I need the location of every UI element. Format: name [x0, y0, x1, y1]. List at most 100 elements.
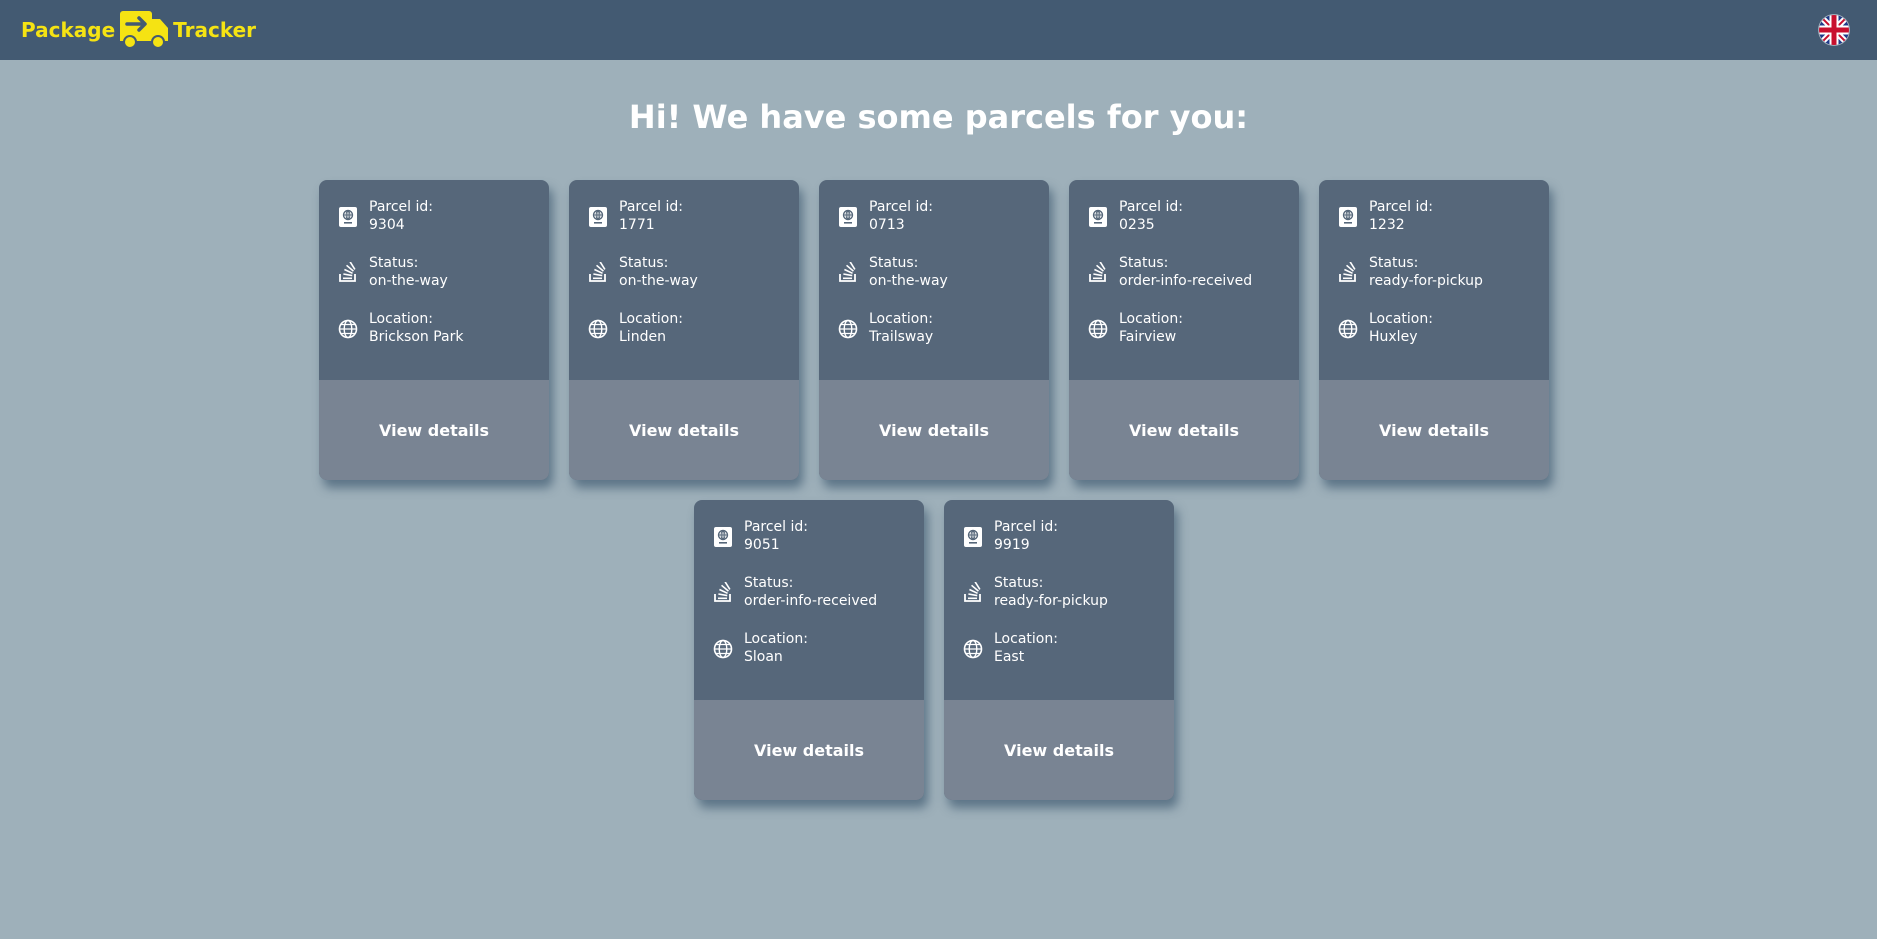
parcel-id-field: Parcel id: 9919 — [962, 518, 1174, 574]
parcel-id-value: 1232 — [1369, 217, 1405, 233]
location-label: Location: — [744, 631, 808, 647]
status-field: Status: on-the-way — [587, 254, 799, 310]
parcel-id-value: 0235 — [1119, 217, 1155, 233]
parcel-id-label: Parcel id: — [1369, 199, 1433, 215]
location-label: Location: — [369, 311, 433, 327]
parcel-card-body: Parcel id: 9919 Status: ready-for-pickup — [944, 500, 1174, 700]
status-field: Status: on-the-way — [837, 254, 1049, 310]
location-field: Location: Linden — [587, 310, 799, 366]
location-field: Location: Fairview — [1087, 310, 1299, 366]
location-value: Brickson Park — [369, 329, 464, 345]
passport-icon — [714, 527, 732, 547]
status-field: Status: on-the-way — [337, 254, 549, 310]
stack-overflow-icon — [714, 582, 731, 602]
passport-icon — [1339, 207, 1357, 227]
location-field: Location: East — [962, 630, 1174, 686]
passport-icon — [1089, 207, 1107, 227]
stack-overflow-icon — [339, 262, 356, 282]
view-details-button[interactable]: View details — [1069, 380, 1299, 480]
location-label: Location: — [1369, 311, 1433, 327]
status-label: Status: — [994, 575, 1044, 591]
status-value: order-info-received — [744, 593, 878, 609]
parcel-card: Parcel id: 9304 Status: on-the-way Locat… — [319, 180, 549, 480]
page-title: Hi! We have some parcels for you: — [628, 98, 1249, 136]
globe-icon — [588, 319, 608, 339]
parcel-card-body: Parcel id: 0713 Status: on-the-way Locat… — [819, 180, 1049, 380]
status-field: Status: ready-for-pickup — [1337, 254, 1549, 310]
status-value: ready-for-pickup — [1369, 273, 1483, 289]
location-value: Fairview — [1119, 329, 1177, 345]
parcel-id-field: Parcel id: 0713 — [837, 198, 1049, 254]
location-field: Location: Trailsway — [837, 310, 1049, 366]
parcel-id-field: Parcel id: 1771 — [587, 198, 799, 254]
stack-overflow-icon — [1089, 262, 1106, 282]
parcel-id-field: Parcel id: 9304 — [337, 198, 549, 254]
globe-icon — [1088, 319, 1108, 339]
location-field: Location: Huxley — [1337, 310, 1549, 366]
status-value: ready-for-pickup — [994, 593, 1108, 609]
status-field: Status: order-info-received — [1087, 254, 1299, 310]
parcel-id-label: Parcel id: — [994, 519, 1058, 535]
parcel-id-label: Parcel id: — [619, 199, 683, 215]
location-label: Location: — [869, 311, 933, 327]
parcel-card: Parcel id: 9919 Status: ready-for-pickup — [944, 500, 1174, 800]
parcel-id-field: Parcel id: 0235 — [1087, 198, 1299, 254]
status-field: Status: order-info-received — [712, 574, 924, 630]
view-details-button[interactable]: View details — [319, 380, 549, 480]
view-details-button[interactable]: View details — [944, 700, 1174, 800]
status-label: Status: — [619, 255, 669, 271]
top-bar: Package Tracker — [0, 0, 1877, 60]
globe-icon — [838, 319, 858, 339]
location-label: Location: — [994, 631, 1058, 647]
parcel-id-value: 0713 — [869, 217, 905, 233]
location-field: Location: Sloan — [712, 630, 924, 686]
stack-overflow-icon — [1339, 262, 1356, 282]
stack-overflow-icon — [589, 262, 606, 282]
parcel-id-field: Parcel id: 9051 — [712, 518, 924, 574]
status-value: on-the-way — [369, 273, 448, 289]
parcel-id-label: Parcel id: — [369, 199, 433, 215]
parcel-card-body: Parcel id: 9304 Status: on-the-way Locat… — [319, 180, 549, 380]
globe-icon — [963, 639, 983, 659]
status-label: Status: — [744, 575, 794, 591]
brand-name-right: Tracker — [173, 18, 257, 42]
globe-icon — [338, 319, 358, 339]
brand-logo[interactable]: Package Tracker — [21, 8, 256, 52]
location-value: Huxley — [1369, 329, 1418, 345]
view-details-button[interactable]: View details — [694, 700, 924, 800]
location-value: Sloan — [744, 649, 783, 665]
stack-overflow-icon — [964, 582, 981, 602]
status-field: Status: ready-for-pickup — [962, 574, 1174, 630]
parcel-card: Parcel id: 1232 Status: ready-for-pickup — [1319, 180, 1549, 480]
parcel-id-value: 1771 — [619, 217, 655, 233]
status-label: Status: — [1369, 255, 1419, 271]
uk-flag-icon[interactable] — [1819, 15, 1849, 45]
brand-name-left: Package — [21, 18, 116, 42]
status-value: on-the-way — [869, 273, 948, 289]
passport-icon — [964, 527, 982, 547]
location-label: Location: — [1119, 311, 1183, 327]
parcel-card: Parcel id: 1771 Status: on-the-way Locat… — [569, 180, 799, 480]
status-label: Status: — [1119, 255, 1169, 271]
passport-icon — [339, 207, 357, 227]
parcel-id-value: 9919 — [994, 537, 1030, 553]
location-label: Location: — [619, 311, 683, 327]
parcel-id-label: Parcel id: — [869, 199, 933, 215]
status-label: Status: — [369, 255, 419, 271]
view-details-button[interactable]: View details — [819, 380, 1049, 480]
parcel-id-value: 9304 — [369, 217, 405, 233]
parcel-id-label: Parcel id: — [744, 519, 808, 535]
parcel-card: Parcel id: 9051 Status: order-info-recei… — [694, 500, 924, 800]
status-value: on-the-way — [619, 273, 698, 289]
view-details-button[interactable]: View details — [569, 380, 799, 480]
location-value: Linden — [619, 329, 666, 345]
parcel-id-field: Parcel id: 1232 — [1337, 198, 1549, 254]
stack-overflow-icon — [839, 262, 856, 282]
globe-icon — [1338, 319, 1358, 339]
parcel-card: Parcel id: 0235 Status: order-info-recei… — [1069, 180, 1299, 480]
location-value: East — [994, 649, 1025, 665]
parcel-card-body: Parcel id: 1232 Status: ready-for-pickup — [1319, 180, 1549, 380]
parcel-id-label: Parcel id: — [1119, 199, 1183, 215]
view-details-button[interactable]: View details — [1319, 380, 1549, 480]
location-field: Location: Brickson Park — [337, 310, 549, 366]
